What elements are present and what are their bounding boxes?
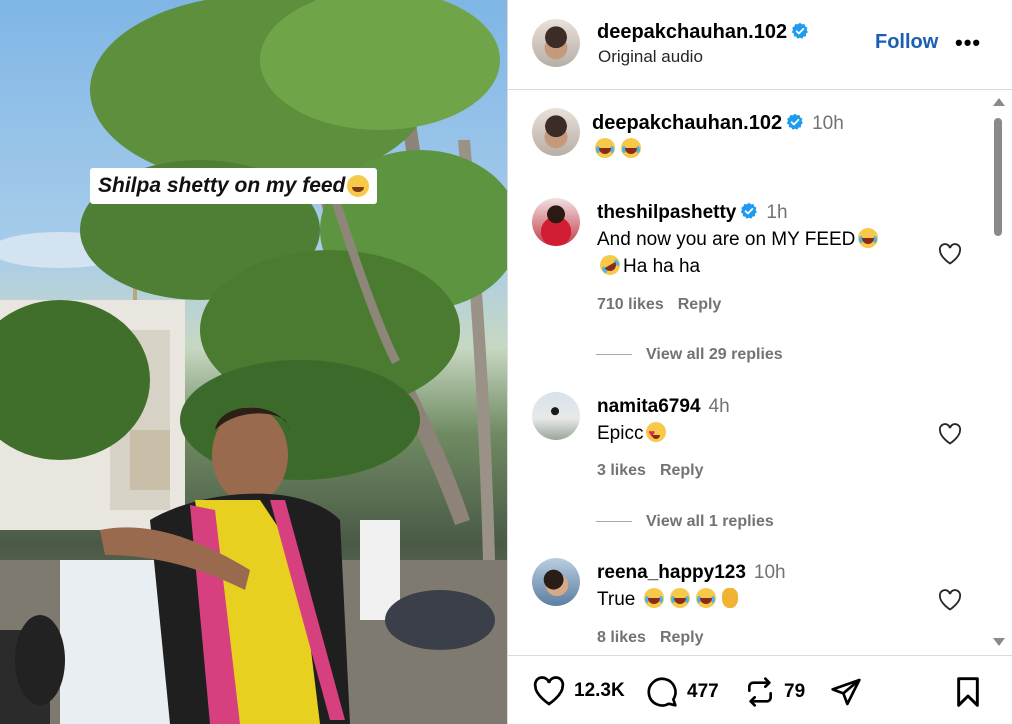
send-paper-plane-icon	[831, 678, 861, 706]
comment-username[interactable]: namita6794	[597, 396, 701, 417]
comment-username-row: theshilpashetty 1h	[597, 202, 788, 224]
comment-text-line2: Ha ha ha	[623, 256, 701, 277]
comment-likes[interactable]: 3 likes	[597, 462, 646, 479]
like-button[interactable]: 12.3K	[532, 676, 625, 706]
comment-text: And now you are on MY FEED Ha ha ha	[596, 226, 881, 280]
comment-time: 1h	[766, 202, 788, 223]
commenter-avatar[interactable]	[532, 392, 580, 440]
audio-label[interactable]: Original audio	[598, 47, 703, 67]
comment-text: Epicc	[597, 420, 669, 448]
laughing-tears-emoji	[858, 228, 879, 248]
comment-text-line1: True	[597, 589, 636, 610]
comment-likes[interactable]: 8 likes	[597, 629, 646, 646]
comment-count[interactable]: 477	[687, 681, 719, 703]
more-options-icon[interactable]: •••	[955, 30, 981, 56]
comment-meta: 8 likes Reply	[597, 629, 704, 647]
rolling-laughing-emoji	[596, 251, 624, 279]
caption-text: Shilpa shetty on my feed	[98, 174, 346, 197]
author-username-row: deepakchauhan.102	[597, 21, 809, 44]
comment-text-line1: And now you are on MY FEED	[597, 229, 856, 250]
comment-username-row: reena_happy123 10h	[597, 562, 786, 584]
video-caption: Shilpa shetty on my feed	[90, 168, 378, 204]
comments-scrollbar[interactable]	[991, 96, 1005, 652]
post-header: deepakchauhan.102 Original audio Follow …	[508, 0, 1012, 90]
follow-button[interactable]: Follow	[875, 31, 938, 54]
video-frame-illustration	[0, 0, 507, 724]
comment-meta: 3 likes Reply	[597, 462, 704, 480]
view-replies-label: View all 29 replies	[646, 346, 783, 363]
laughing-tears-emoji	[621, 138, 641, 158]
comment-text-line1: Epicc	[597, 423, 644, 444]
reel-video[interactable]: Shilpa shetty on my feed	[0, 0, 507, 724]
laughing-tears-emoji	[695, 588, 716, 608]
share-button[interactable]	[829, 676, 863, 708]
laughing-tears-emoji	[595, 138, 615, 158]
like-comment-heart-icon[interactable]	[938, 243, 962, 265]
caption-comment-text	[592, 136, 644, 163]
comment-text: True	[597, 586, 741, 613]
comment-username[interactable]: reena_happy123	[597, 562, 746, 583]
like-comment-heart-icon[interactable]	[938, 589, 962, 611]
comment-username[interactable]: theshilpashetty	[597, 202, 736, 223]
laughing-tears-emoji	[643, 588, 664, 608]
save-button[interactable]	[954, 676, 982, 708]
comment-time: 10h	[753, 562, 786, 583]
bookmark-icon	[957, 677, 979, 707]
verified-badge-icon	[791, 22, 808, 39]
scroll-thumb[interactable]	[994, 118, 1002, 236]
repost-count[interactable]: 79	[784, 681, 805, 703]
post-details-panel: deepakchauhan.102 Original audio Follow …	[507, 0, 1012, 724]
view-replies-button[interactable]: View all 1 replies	[596, 513, 774, 531]
heart-eyes-emoji	[646, 421, 667, 448]
author-avatar[interactable]	[532, 19, 580, 67]
scroll-down-arrow-icon[interactable]	[993, 638, 1005, 646]
view-replies-button[interactable]: View all 29 replies	[596, 346, 783, 364]
post-viewer: Shilpa shetty on my feed deepakchauhan.1…	[0, 0, 1012, 724]
comment-button[interactable]: 477	[645, 676, 719, 708]
heart-icon	[533, 676, 565, 706]
caption-author-avatar[interactable]	[532, 108, 580, 156]
reply-button[interactable]: Reply	[678, 296, 722, 313]
caption-author-row: deepakchauhan.102 10h	[592, 112, 844, 135]
thumbs-up-emoji	[721, 588, 738, 608]
comments-list[interactable]: deepakchauhan.102 10h theshilpashetty 1h A…	[508, 91, 998, 653]
replies-divider-line	[596, 354, 632, 356]
grinning-sweat-emoji	[347, 175, 370, 197]
caption-time: 10h	[812, 113, 844, 134]
comment-bubble-icon	[647, 677, 677, 707]
comment-time: 4h	[708, 396, 730, 417]
replies-divider-line	[596, 521, 632, 523]
repost-button[interactable]: 79	[744, 676, 805, 708]
post-action-bar: 12.3K 477 79	[508, 655, 1012, 724]
verified-badge-icon	[786, 113, 803, 130]
laughing-tears-emoji	[669, 588, 690, 608]
like-comment-heart-icon[interactable]	[938, 423, 962, 445]
author-username[interactable]: deepakchauhan.102	[597, 21, 787, 43]
commenter-avatar[interactable]	[532, 558, 580, 606]
like-count[interactable]: 12.3K	[574, 680, 625, 702]
scroll-up-arrow-icon[interactable]	[993, 98, 1005, 106]
comment-likes[interactable]: 710 likes	[597, 296, 664, 313]
commenter-avatar[interactable]	[532, 198, 580, 246]
view-replies-label: View all 1 replies	[646, 513, 774, 530]
comment-meta: 710 likes Reply	[597, 296, 721, 314]
caption-author-username[interactable]: deepakchauhan.102	[592, 112, 782, 134]
reply-button[interactable]: Reply	[660, 462, 704, 479]
comment-username-row: namita6794 4h	[597, 396, 730, 418]
repost-icon	[748, 677, 772, 707]
verified-badge-icon	[741, 202, 758, 219]
reply-button[interactable]: Reply	[660, 629, 704, 646]
